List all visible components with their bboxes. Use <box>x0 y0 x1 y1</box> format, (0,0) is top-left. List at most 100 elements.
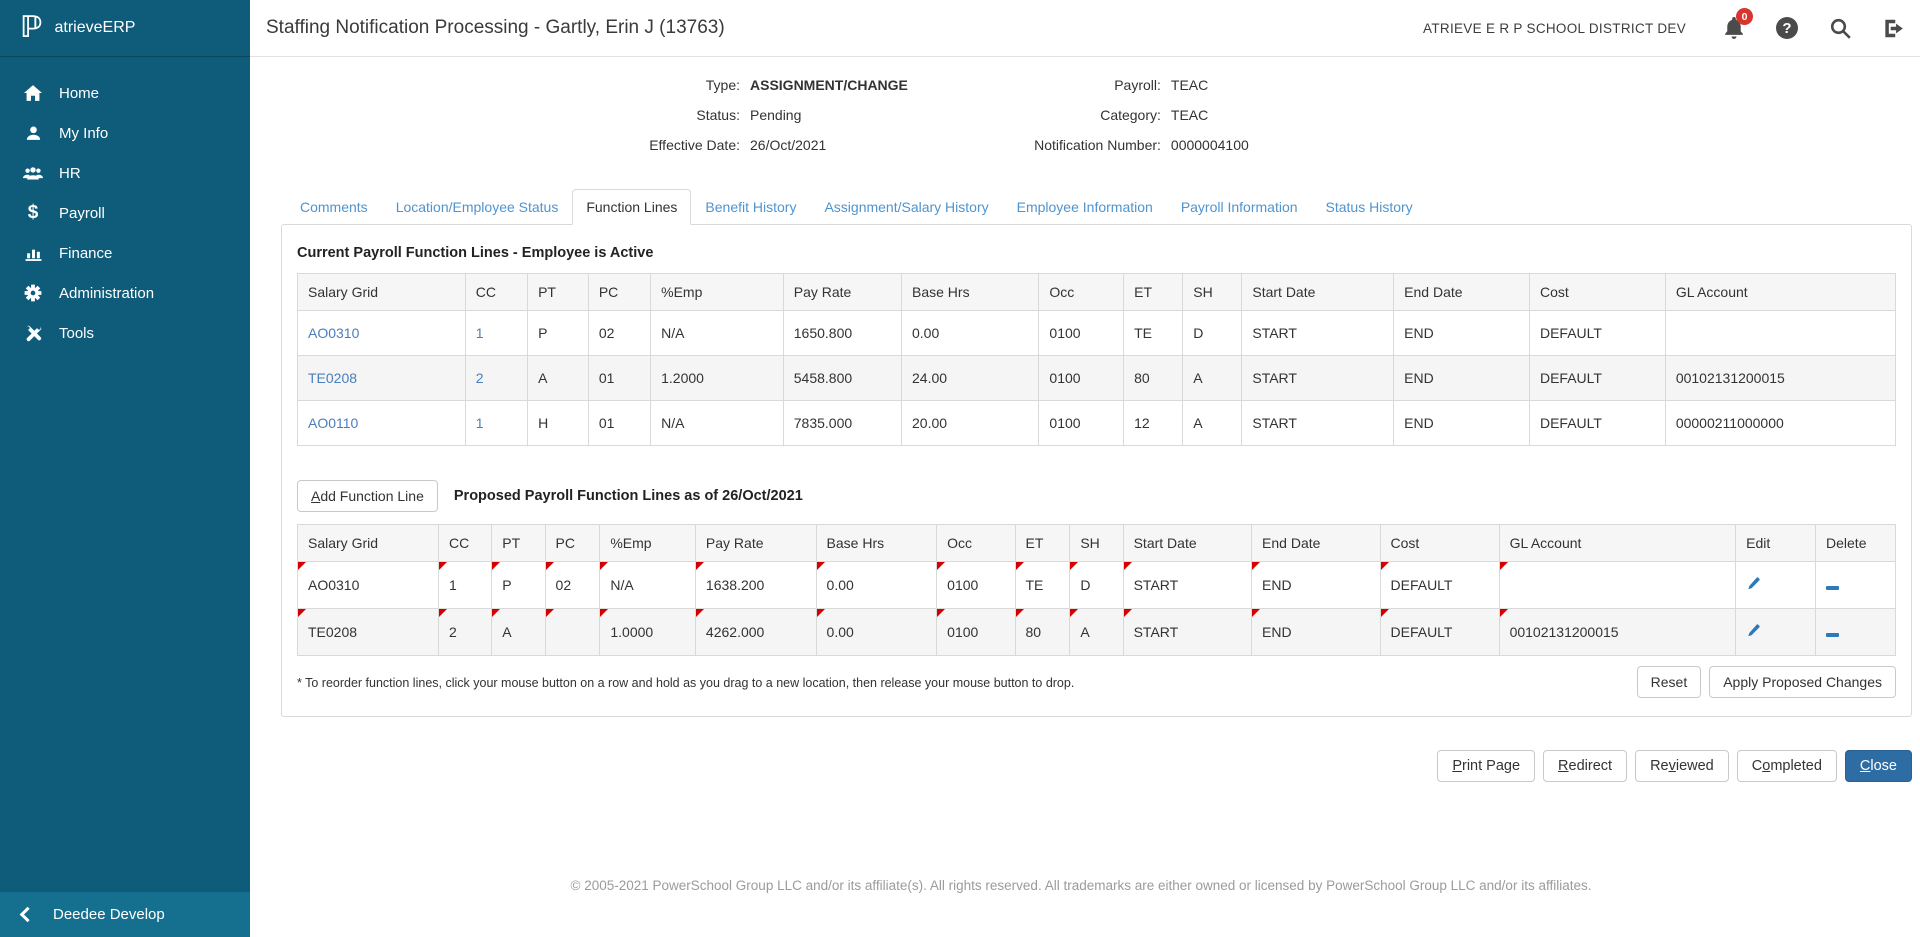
sidebar-collapse-bar[interactable]: Deedee Develop <box>0 892 250 937</box>
column-header: PT <box>492 525 545 562</box>
table-cell: 80 <box>1124 356 1183 401</box>
field-value-type: ASSIGNMENT/CHANGE <box>750 77 908 93</box>
table-cell: 02 <box>588 311 650 356</box>
column-header: %Emp <box>651 274 784 311</box>
table-cell: AO0310 <box>298 562 439 609</box>
gear-icon <box>20 284 46 302</box>
table-cell: 0.00 <box>816 609 937 656</box>
sidebar-item-my-info[interactable]: My Info <box>0 113 250 153</box>
completed-button[interactable]: Completed <box>1737 750 1837 782</box>
table-cell: A <box>1183 356 1242 401</box>
tab-bar: Comments Location/Employee Status Functi… <box>286 189 1912 224</box>
cell-link[interactable]: 2 <box>476 370 484 386</box>
delete-minus-icon[interactable] <box>1826 586 1839 590</box>
add-function-line-button[interactable]: Add Function Line <box>297 480 438 512</box>
print-page-button[interactable]: Print Page <box>1437 750 1535 782</box>
table-cell: END <box>1252 609 1380 656</box>
delete-minus-icon[interactable] <box>1826 633 1839 637</box>
table-row[interactable]: AO03101P02N/A1638.2000.000100TEDSTARTEND… <box>298 562 1896 609</box>
tools-icon <box>20 325 46 342</box>
cell-link[interactable]: TE0208 <box>308 370 357 386</box>
brand[interactable]: ℙ atrieveERP <box>0 0 250 57</box>
logout-icon <box>1883 18 1904 39</box>
content-area: Type:ASSIGNMENT/CHANGE Status:Pending Ef… <box>250 57 1920 937</box>
field-label-type: Type: <box>570 77 740 93</box>
delete-cell <box>1816 609 1896 656</box>
table-cell: N/A <box>600 562 696 609</box>
table-cell: DEFAULT <box>1529 311 1665 356</box>
edit-pencil-icon[interactable] <box>1746 576 1761 594</box>
table-cell: 1.0000 <box>600 609 696 656</box>
sidebar-item-finance[interactable]: Finance <box>0 233 250 273</box>
table-cell: A <box>528 356 589 401</box>
cell-link[interactable]: 1 <box>476 325 484 341</box>
table-row[interactable]: TE02082A1.00004262.0000.00010080ASTARTEN… <box>298 609 1896 656</box>
tab-payroll-information[interactable]: Payroll Information <box>1167 189 1312 225</box>
search-icon <box>1830 18 1851 39</box>
reviewed-button[interactable]: Reviewed <box>1635 750 1729 782</box>
column-header: Base Hrs <box>902 274 1039 311</box>
sidebar-item-hr[interactable]: HR <box>0 153 250 193</box>
column-header: Occ <box>1039 274 1124 311</box>
table-cell: 01 <box>588 356 650 401</box>
sidebar-item-home[interactable]: Home <box>0 73 250 113</box>
column-header: Base Hrs <box>816 525 937 562</box>
table-cell: D <box>1070 562 1123 609</box>
sidebar: ℙ atrieveERP Home My Info HR <box>0 0 250 937</box>
reset-button[interactable]: Reset <box>1637 666 1702 698</box>
tab-assignment-salary-history[interactable]: Assignment/Salary History <box>810 189 1002 225</box>
help-button[interactable]: ? <box>1774 15 1800 41</box>
sidebar-item-payroll[interactable]: $ Payroll <box>0 193 250 233</box>
table-cell: A <box>1070 609 1123 656</box>
table-cell: DEFAULT <box>1529 356 1665 401</box>
reorder-footnote: * To reorder function lines, click your … <box>297 676 1074 690</box>
bar-chart-icon <box>20 246 46 261</box>
edit-pencil-icon[interactable] <box>1746 623 1761 641</box>
column-header: CC <box>465 274 527 311</box>
column-header: Start Date <box>1123 525 1251 562</box>
delete-cell <box>1816 562 1896 609</box>
sidebar-item-label: Tools <box>59 325 94 342</box>
cell-link[interactable]: 1 <box>476 415 484 431</box>
tab-function-lines[interactable]: Function Lines <box>572 189 691 225</box>
column-header: SH <box>1183 274 1242 311</box>
column-header: GL Account <box>1665 274 1895 311</box>
tab-status-history[interactable]: Status History <box>1312 189 1427 225</box>
cell-link[interactable]: AO0110 <box>308 415 358 431</box>
tab-location-employee-status[interactable]: Location/Employee Status <box>382 189 573 225</box>
field-label-notification-number: Notification Number: <box>938 137 1161 153</box>
cell-link[interactable]: AO0310 <box>308 325 359 341</box>
column-header: Salary Grid <box>298 525 439 562</box>
table-cell: END <box>1252 562 1380 609</box>
close-button[interactable]: Close <box>1845 750 1912 782</box>
edit-cell <box>1736 562 1816 609</box>
table-cell: 12 <box>1124 401 1183 446</box>
table-cell: 00102131200015 <box>1499 609 1736 656</box>
notifications-button[interactable]: 0 <box>1721 15 1747 41</box>
sidebar-item-tools[interactable]: Tools <box>0 313 250 353</box>
apply-proposed-changes-button[interactable]: Apply Proposed Changes <box>1709 666 1896 698</box>
table-cell: 20.00 <box>902 401 1039 446</box>
tab-comments[interactable]: Comments <box>286 189 382 225</box>
column-header: End Date <box>1394 274 1530 311</box>
table-cell: START <box>1123 609 1251 656</box>
table-cell: DEFAULT <box>1380 609 1499 656</box>
column-header: SH <box>1070 525 1123 562</box>
table-cell: DEFAULT <box>1529 401 1665 446</box>
table-cell: A <box>492 609 545 656</box>
district-label: ATRIEVE E R P SCHOOL DISTRICT DEV <box>1423 21 1686 36</box>
table-cell: START <box>1242 356 1394 401</box>
table-cell: 01 <box>588 401 650 446</box>
atrieve-logo-icon: ℙ <box>20 13 43 43</box>
redirect-button[interactable]: Redirect <box>1543 750 1627 782</box>
table-cell: END <box>1394 311 1530 356</box>
sidebar-item-administration[interactable]: Administration <box>0 273 250 313</box>
table-cell: AO0310 <box>298 311 466 356</box>
tab-benefit-history[interactable]: Benefit History <box>691 189 810 225</box>
edit-cell <box>1736 609 1816 656</box>
search-button[interactable] <box>1827 15 1853 41</box>
table-cell: 00102131200015 <box>1665 356 1895 401</box>
table-cell: TE0208 <box>298 356 466 401</box>
logout-button[interactable] <box>1880 15 1906 41</box>
tab-employee-information[interactable]: Employee Information <box>1003 189 1167 225</box>
